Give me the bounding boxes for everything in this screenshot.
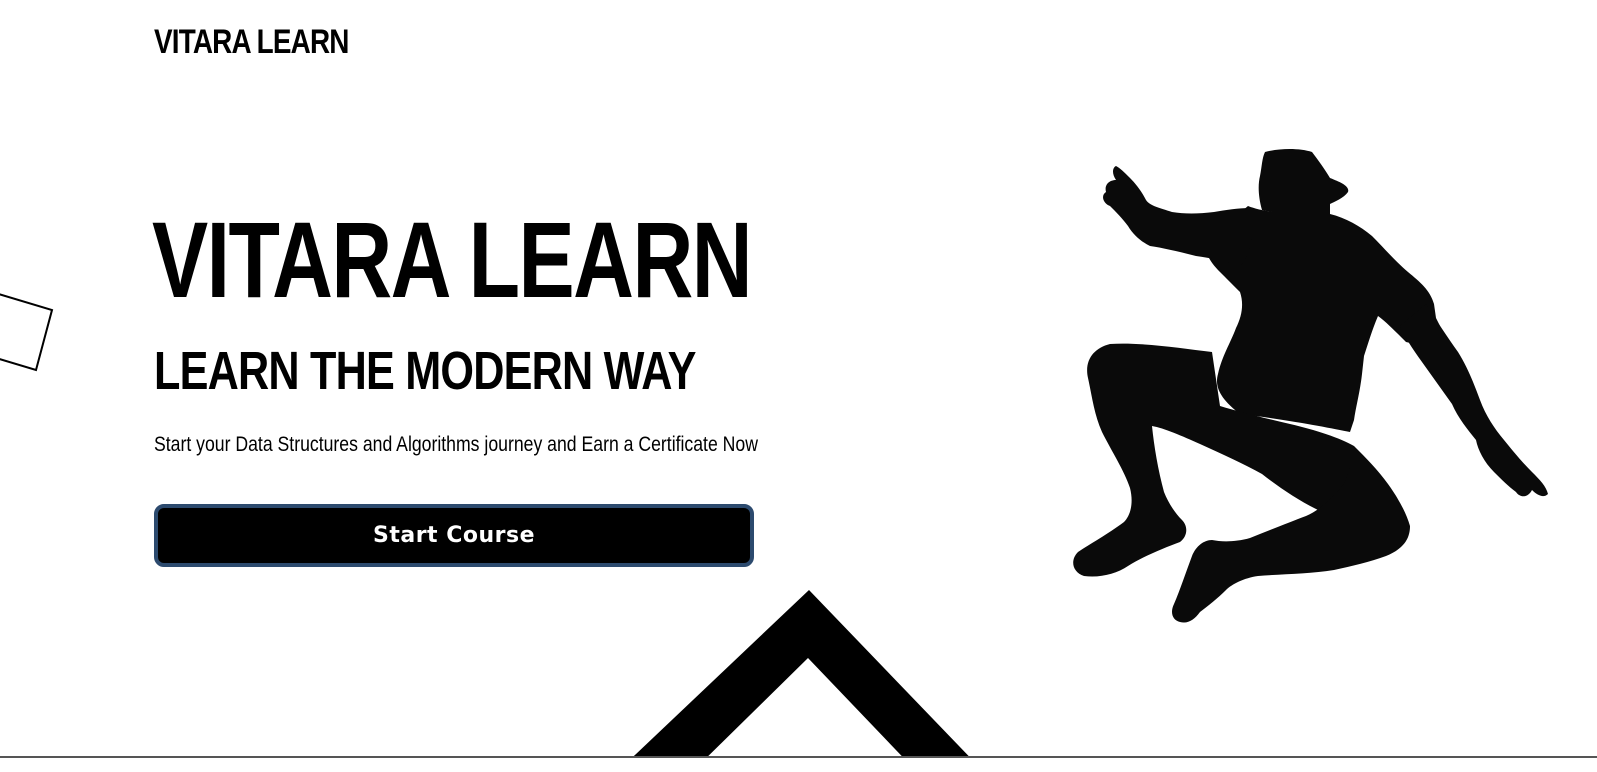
hero-title: VITARA LEARN (152, 199, 753, 320)
hero-description: Start your Data Structures and Algorithm… (154, 433, 758, 456)
brand-logo[interactable]: VITARA LEARN (154, 22, 349, 62)
start-course-button[interactable]: Start Course (154, 504, 754, 567)
square-outline-icon (0, 293, 54, 372)
bottom-area (0, 758, 1597, 772)
hero-subtitle: LEARN THE MODERN WAY (154, 341, 696, 401)
jumping-person-silhouette-icon (1073, 149, 1548, 623)
chevron-up-icon (617, 590, 984, 772)
